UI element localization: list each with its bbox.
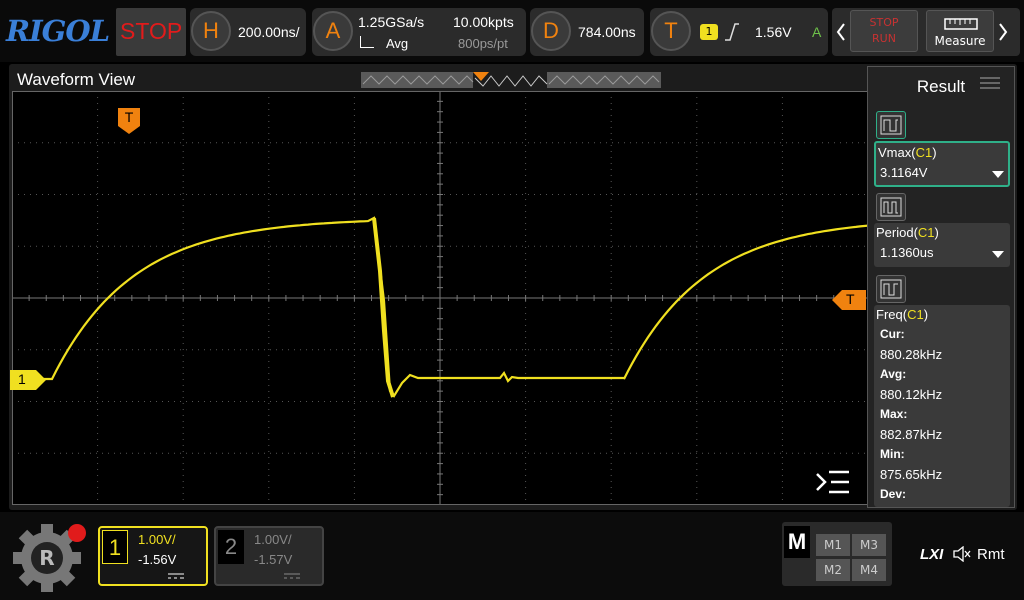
vmax-name: Vmax (878, 145, 912, 160)
period-name: Period (876, 225, 914, 240)
channel2-number: 2 (218, 530, 244, 564)
math-panel[interactable]: M M1 M3 M2 M4 (782, 522, 892, 586)
stop-run-button[interactable]: STOP RUN (850, 10, 918, 52)
stop-label: STOP (869, 16, 899, 29)
ruler-icon (944, 18, 978, 30)
channel1-box[interactable]: 1 1.00V/ -1.56V (98, 526, 208, 586)
freq-dev-label: Dev: (880, 487, 907, 501)
channel1-number: 1 (102, 530, 128, 564)
remote-status: Rmt (977, 546, 1005, 563)
dc-coupling-icon (284, 573, 300, 579)
run-state-label: STOP (120, 18, 183, 44)
freq-avg-label: Avg: (880, 367, 907, 381)
freq-card[interactable]: Freq(C1) Cur: 880.28kHz Avg: 880.12kHz M… (874, 305, 1010, 507)
freq-min-label: Min: (880, 447, 905, 461)
home-gear-icon[interactable]: R (10, 518, 88, 594)
waveform-view[interactable]: Waveform View T T 1 (9, 64, 1017, 510)
run-label: RUN (872, 32, 896, 45)
freq-max-value: 882.87kHz (880, 427, 943, 442)
channel2-offset: -1.57V (254, 552, 293, 567)
trigger-key-icon[interactable]: T (651, 11, 691, 51)
panel-menu-icon[interactable] (980, 75, 1000, 91)
trigger-level-marker[interactable]: T (832, 290, 866, 310)
freq-avg-value: 880.12kHz (880, 387, 943, 402)
trigger-level: 1.56V (755, 24, 792, 40)
math-m4-button[interactable]: M4 (852, 559, 886, 581)
dc-coupling-icon (168, 573, 184, 579)
top-status-bar: RIGOL STOP H 200.00ns/ A 1.25GSa/s Avg 1… (0, 0, 1024, 62)
math-m3-button[interactable]: M3 (852, 534, 886, 556)
math-m2-button[interactable]: M2 (816, 559, 850, 581)
trigger-mode: A (812, 24, 822, 40)
chevron-right-icon[interactable] (998, 22, 1008, 42)
acquire-key-icon[interactable]: A (313, 11, 353, 51)
period-value: 1.1360us (880, 245, 934, 260)
channel1-offset-marker[interactable]: 1 (10, 370, 46, 390)
vmax-value: 3.1164V (880, 165, 928, 180)
channel2-scale: 1.00V/ (254, 532, 292, 547)
freq-source: C1 (907, 307, 924, 322)
lxi-logo: LXI (920, 546, 944, 563)
period-card[interactable]: Period(C1) 1.1360us (874, 223, 1010, 267)
freq-label: Freq(C1) (876, 307, 929, 322)
sample-rate: 1.25GSa/s (358, 14, 425, 30)
dropdown-icon[interactable] (992, 251, 1004, 259)
measure-label: Measure (934, 34, 986, 48)
delay-value: 784.00ns (578, 24, 636, 40)
period-measure-icon (876, 193, 906, 221)
math-m1-button[interactable]: M1 (816, 534, 850, 556)
vmax-measure-icon (876, 111, 906, 139)
delay-key-icon[interactable]: D (531, 11, 571, 51)
waveform-grid (12, 91, 868, 505)
menu-collapse-icon[interactable] (815, 468, 851, 496)
measurement-result-panel: Result Vmax(C1) 3.1164V Period(C1) 1.136… (867, 66, 1015, 508)
freq-min-value: 875.65kHz (880, 467, 943, 482)
freq-name: Freq (876, 307, 903, 322)
vmax-source: C1 (915, 145, 933, 160)
dropdown-icon[interactable] (992, 171, 1004, 179)
memory-depth: 10.00kpts (453, 14, 514, 30)
channel1-marker-label: 1 (18, 371, 26, 387)
freq-max-label: Max: (880, 407, 908, 421)
horizontal-key-icon[interactable]: H (191, 11, 231, 51)
chevron-left-icon[interactable] (836, 22, 846, 42)
channel1-scale: 1.00V/ (138, 532, 176, 547)
channel1-offset: -1.56V (138, 552, 177, 567)
freq-cur-label: Cur: (880, 327, 905, 341)
trigger-position-label: T (124, 109, 134, 125)
period-source: C1 (917, 225, 935, 240)
rigol-logo: RIGOL (6, 14, 110, 48)
trigger-level-label: T (846, 291, 855, 307)
vmax-card[interactable]: Vmax(C1) 3.1164V (874, 141, 1010, 187)
avg-mode-icon (360, 36, 374, 48)
freq-cur-value: 880.28kHz (880, 347, 943, 362)
timebase-value: 200.00ns/ (238, 24, 300, 40)
measure-button[interactable]: Measure (926, 10, 994, 52)
vmax-label: Vmax(C1) (878, 145, 937, 160)
memory-overview-bar[interactable] (361, 70, 661, 90)
channel2-box[interactable]: 2 1.00V/ -1.57V (214, 526, 324, 586)
run-state-indicator[interactable]: STOP (116, 8, 186, 56)
waveform-title: Waveform View (17, 70, 136, 89)
speaker-muted-icon (953, 546, 971, 562)
acquire-mode: Avg (386, 36, 409, 51)
period-label: Period(C1) (876, 225, 939, 240)
math-label: M (784, 526, 810, 558)
freq-measure-icon (876, 275, 906, 303)
svg-text:R: R (39, 546, 54, 570)
trigger-source-badge: 1 (700, 24, 718, 40)
rising-edge-icon (725, 23, 739, 41)
trigger-position-marker[interactable]: T (118, 108, 140, 134)
sample-interval: 800ps/pt (458, 36, 508, 51)
